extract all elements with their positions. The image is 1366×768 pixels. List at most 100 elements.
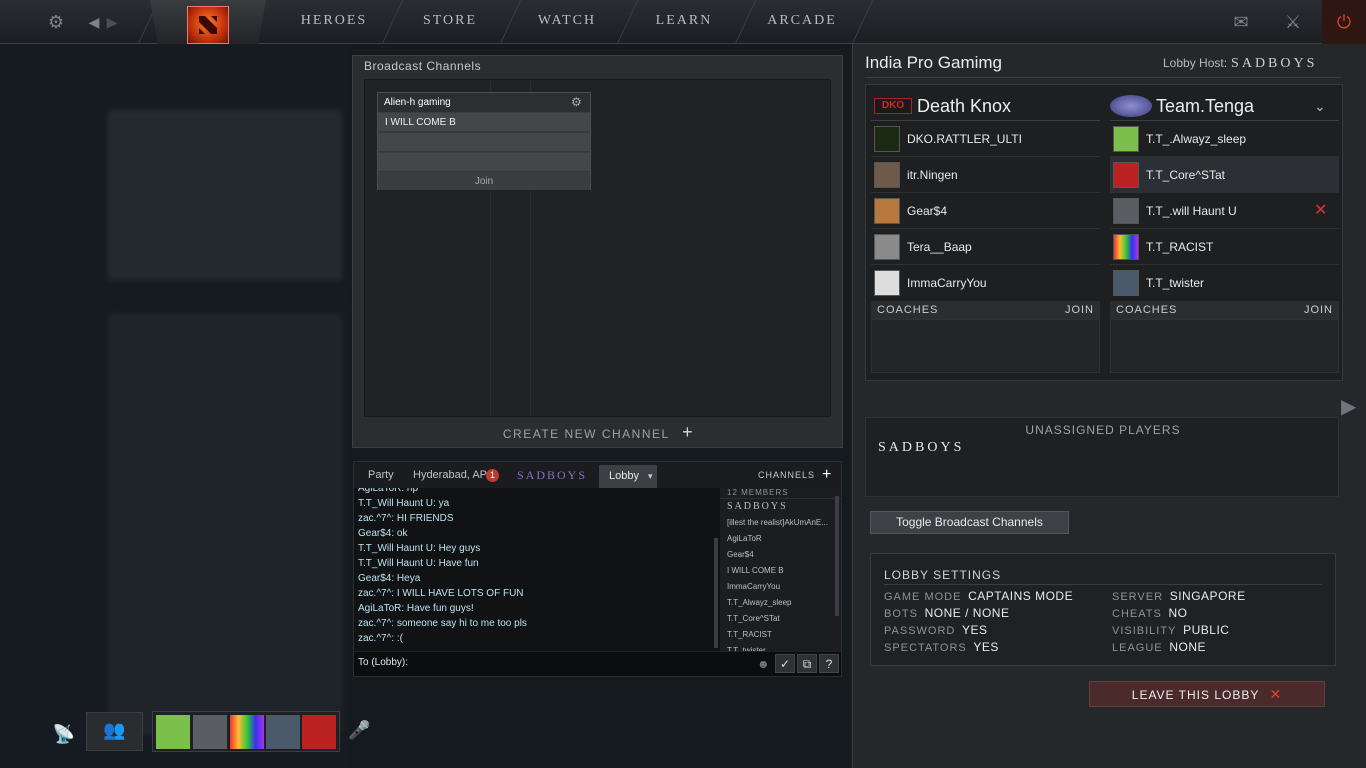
help-button[interactable]: ?	[819, 654, 839, 673]
coaches-join-button[interactable]: JOIN	[1065, 301, 1094, 319]
player-name: itr.Ningen	[907, 168, 958, 182]
player-slot[interactable]: T.T_twister	[1110, 265, 1339, 301]
team-header: DKO Death Knox	[871, 91, 1100, 121]
blurred-friends-list	[108, 314, 342, 734]
member-item[interactable]: T.T_Alwayz_sleep	[720, 595, 841, 611]
chat-message: zac.^7^: someone say hi to me too pls	[358, 618, 527, 629]
channel-members-list: 12 MEMBERS SADBOYS [illest the realist]A…	[720, 488, 841, 651]
member-item[interactable]: SADBOYS	[720, 499, 841, 515]
player-slot[interactable]: T.T_RACIST	[1110, 229, 1339, 265]
add-channel-plus-icon[interactable]: +	[822, 462, 831, 488]
chat-panel: Party Hyderabad, AP 1 SADBOYS Lobby ▾ CH…	[353, 461, 842, 677]
chat-scrollbar[interactable]	[714, 538, 718, 648]
avatar	[1113, 162, 1139, 188]
avatar	[1113, 126, 1139, 152]
toggle-broadcast-button[interactable]: Toggle Broadcast Channels	[870, 511, 1069, 534]
dota-logo-icon	[187, 6, 229, 44]
team-death-knox: DKO Death Knox DKO.RATTLER_ULTI itr.Ning…	[871, 91, 1100, 373]
avatar[interactable]	[156, 715, 190, 749]
avatar[interactable]	[266, 715, 300, 749]
kick-close-icon[interactable]: ✕	[1314, 193, 1327, 229]
tab-location[interactable]: Hyderabad, AP	[413, 462, 487, 488]
create-channel-label: CREATE NEW CHANNEL	[502, 427, 670, 441]
player-name: Gear$4	[907, 204, 948, 218]
setting-key: LEAGUE	[1112, 642, 1163, 654]
back-arrow-icon[interactable]: ◀	[86, 0, 102, 44]
player-slot[interactable]: Tera__Baap	[871, 229, 1100, 265]
channel-message: I WILL COME B	[378, 113, 590, 132]
chat-log: AgiLaToR: hp T.T_Will Haunt U: ya zac.^7…	[358, 488, 718, 651]
setting-value: CAPTAINS MODE	[968, 589, 1074, 603]
tab-lobby[interactable]: Lobby ▾	[599, 465, 657, 488]
player-name: T.T_.will Haunt U	[1146, 204, 1237, 218]
tab-party[interactable]: Party	[368, 462, 394, 488]
nav-heroes[interactable]: HEROES	[288, 0, 380, 44]
channels-label[interactable]: CHANNELS	[758, 462, 815, 488]
member-item[interactable]: T.T_twister	[720, 643, 841, 651]
nav-watch[interactable]: WATCH	[521, 0, 613, 44]
setting-spectators: SPECTATORS YES	[884, 640, 999, 654]
avatar[interactable]	[193, 715, 227, 749]
members-count: 12 MEMBERS	[720, 488, 841, 499]
nav-learn[interactable]: LEARN	[638, 0, 730, 44]
player-slot[interactable]: T.T_.will Haunt U ✕	[1110, 193, 1339, 229]
popout-icon[interactable]: ⧉	[797, 654, 817, 673]
broadcast-title: Broadcast Channels	[364, 59, 482, 73]
channel-join-button[interactable]: Join	[378, 173, 590, 190]
party-button[interactable]: 👥	[86, 712, 143, 751]
member-item[interactable]: [illest the realist]AkUmAnE...	[720, 515, 841, 531]
nav-arcade[interactable]: ARCADE	[756, 0, 848, 44]
unassigned-player[interactable]: SADBOYS	[878, 440, 964, 456]
chat-message: Gear$4: ok	[358, 528, 408, 539]
player-name: DKO.RATTLER_ULTI	[907, 132, 1022, 146]
player-slot[interactable]: DKO.RATTLER_ULTI	[871, 121, 1100, 157]
player-slot[interactable]: T.T_.Alwayz_sleep	[1110, 121, 1339, 157]
player-name: T.T_Core^STat	[1146, 168, 1225, 182]
coaches-slot[interactable]	[1110, 319, 1339, 373]
armory-icon[interactable]: ⚔	[1280, 0, 1306, 44]
microphone-icon[interactable]: 🎤	[348, 720, 370, 741]
channel-card[interactable]: Alien-h gaming ⚙ I WILL COME B Join	[377, 92, 591, 190]
coaches-slot[interactable]	[871, 319, 1100, 373]
nav-store[interactable]: STORE	[404, 0, 496, 44]
forward-arrow-icon[interactable]: ▶	[104, 0, 120, 44]
members-scrollbar[interactable]	[835, 496, 839, 616]
unassigned-players-box: UNASSIGNED PLAYERS SADBOYS	[865, 417, 1339, 497]
chat-message: AgiLaToR: Have fun guys!	[358, 603, 474, 614]
leave-lobby-label: LEAVE THIS LOBBY	[1131, 688, 1260, 702]
broadcast-antenna-icon[interactable]: 📡	[50, 724, 78, 752]
member-item[interactable]: T.T_Core^STat	[720, 611, 841, 627]
team-logo-icon: DKO	[874, 98, 912, 114]
settings-gear-icon[interactable]: ⚙	[44, 0, 68, 44]
create-new-channel-button[interactable]: CREATE NEW CHANNEL +	[353, 422, 844, 443]
coaches-label: COACHES	[877, 304, 939, 316]
member-item[interactable]: ImmaCarryYou	[720, 579, 841, 595]
setting-value: YES	[973, 640, 999, 654]
leave-lobby-button[interactable]: LEAVE THIS LOBBY ✕	[1089, 681, 1325, 707]
coaches-join-button[interactable]: JOIN	[1304, 301, 1333, 319]
lobby-panel: India Pro Gamimg Lobby Host: SADBOYS DKO …	[852, 44, 1366, 768]
player-slot[interactable]: T.T_Core^STat	[1110, 157, 1339, 193]
member-item[interactable]: AgiLaToR	[720, 531, 841, 547]
emoji-icon[interactable]: ☻	[757, 657, 770, 671]
setting-value: SINGAPORE	[1169, 589, 1246, 603]
lobby-name: India Pro Gamimg	[865, 53, 1002, 72]
avatar[interactable]	[230, 715, 264, 749]
checkmark-icon[interactable]: ✓	[775, 654, 795, 673]
player-slot[interactable]: ImmaCarryYou	[871, 265, 1100, 301]
avatar	[874, 234, 900, 260]
tab-team[interactable]: SADBOYS	[517, 462, 587, 488]
player-slot[interactable]: itr.Ningen	[871, 157, 1100, 193]
member-item[interactable]: Gear$4	[720, 547, 841, 563]
player-slot[interactable]: Gear$4	[871, 193, 1100, 229]
power-icon[interactable]: ⏻	[1322, 0, 1366, 44]
member-item[interactable]: I WILL COME B	[720, 563, 841, 579]
teams-container: DKO Death Knox DKO.RATTLER_ULTI itr.Ning…	[865, 84, 1343, 381]
coaches-label: COACHES	[1116, 304, 1178, 316]
mail-icon[interactable]: ✉	[1228, 0, 1254, 44]
member-item[interactable]: T.T_RACIST	[720, 627, 841, 643]
chevron-down-icon[interactable]: ⌄	[1314, 91, 1326, 121]
avatar[interactable]	[302, 715, 336, 749]
channel-settings-gear-icon[interactable]: ⚙	[571, 95, 582, 109]
expand-arrow-icon[interactable]: ▶	[1341, 394, 1356, 419]
